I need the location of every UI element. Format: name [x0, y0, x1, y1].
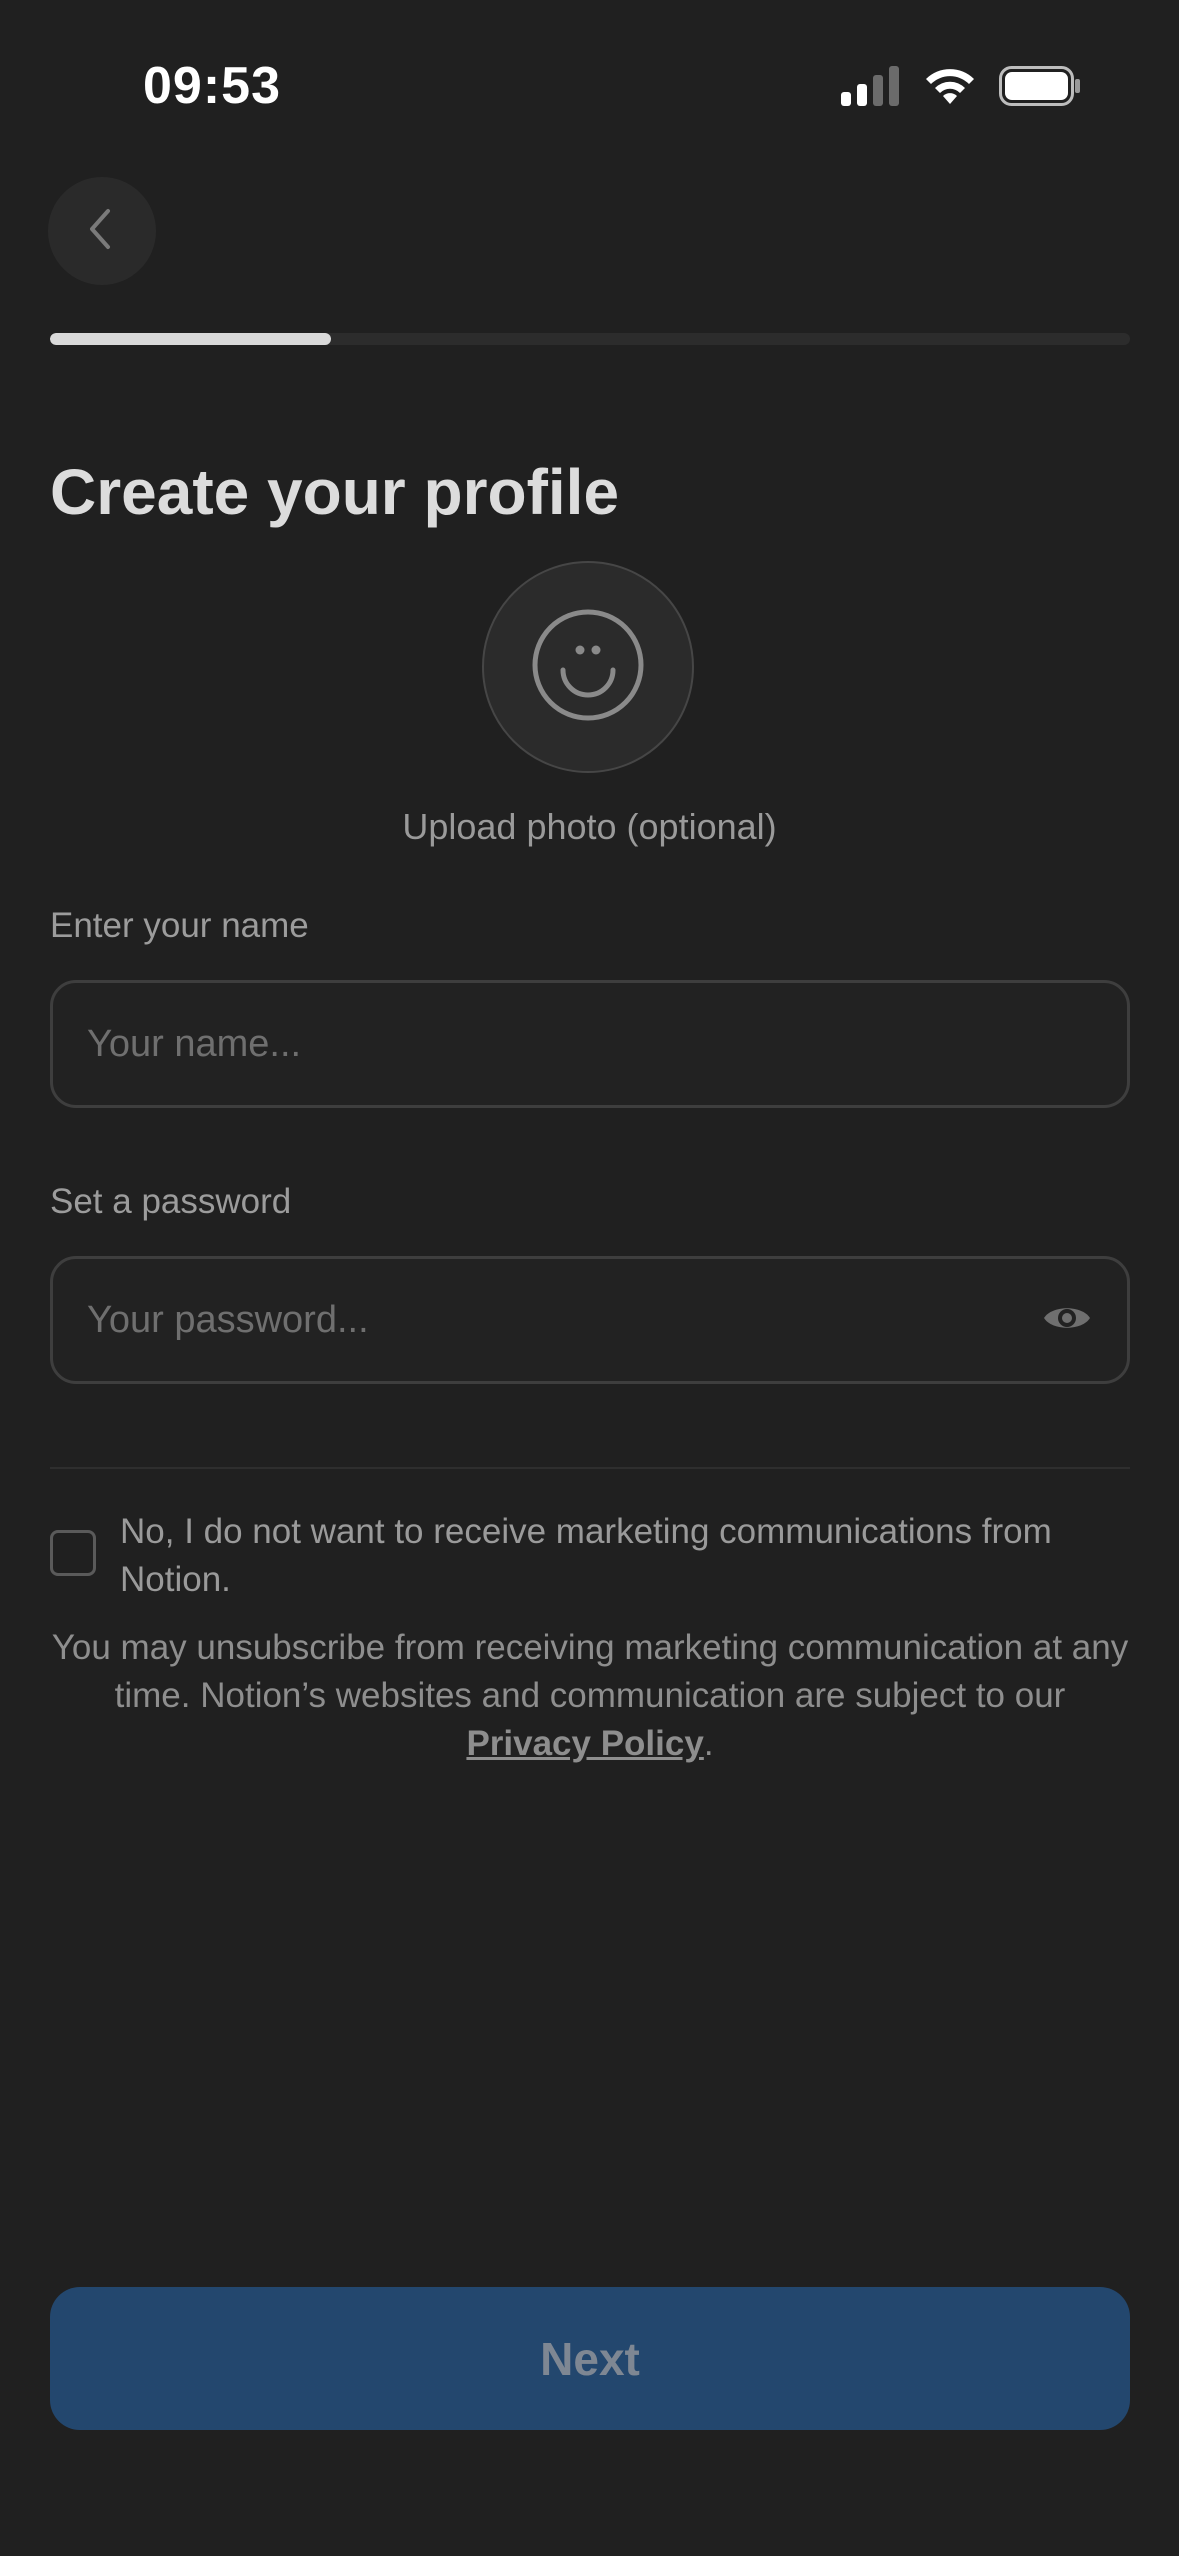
marketing-opt-out-checkbox[interactable] — [50, 1530, 96, 1576]
wifi-icon — [923, 66, 977, 111]
password-input[interactable] — [85, 1297, 1039, 1343]
progress-bar — [50, 333, 1130, 345]
back-button[interactable] — [48, 177, 156, 285]
avatar-upload-button[interactable] — [482, 561, 694, 773]
show-password-toggle[interactable] — [1039, 1292, 1095, 1348]
marketing-opt-out-row: No, I do not want to receive marketing c… — [50, 1508, 1130, 1604]
status-icons — [841, 66, 1081, 111]
divider — [50, 1467, 1130, 1469]
eye-icon — [1042, 1302, 1092, 1339]
page-title: Create your profile — [50, 456, 620, 528]
signal-icon — [841, 66, 901, 111]
status-time: 09:53 — [143, 57, 281, 115]
marketing-opt-out-label[interactable]: No, I do not want to receive marketing c… — [120, 1508, 1130, 1604]
chevron-left-icon — [82, 207, 122, 256]
legal-notice: You may unsubscribe from receiving marke… — [50, 1624, 1130, 1768]
name-field-label: Enter your name — [50, 906, 309, 945]
upload-photo-label: Upload photo (optional) — [402, 806, 777, 847]
password-field-container — [50, 1256, 1130, 1384]
battery-icon — [999, 66, 1081, 111]
legal-notice-end: . — [703, 1724, 714, 1763]
name-field-container — [50, 980, 1130, 1108]
next-button[interactable]: Next — [50, 2287, 1130, 2430]
password-field-label: Set a password — [50, 1182, 292, 1221]
progress-fill — [50, 333, 331, 345]
name-input[interactable] — [85, 1021, 1095, 1067]
privacy-policy-link[interactable]: Privacy Policy — [466, 1724, 703, 1763]
smiley-face-icon — [530, 607, 646, 728]
legal-notice-text: You may unsubscribe from receiving marke… — [51, 1628, 1129, 1715]
